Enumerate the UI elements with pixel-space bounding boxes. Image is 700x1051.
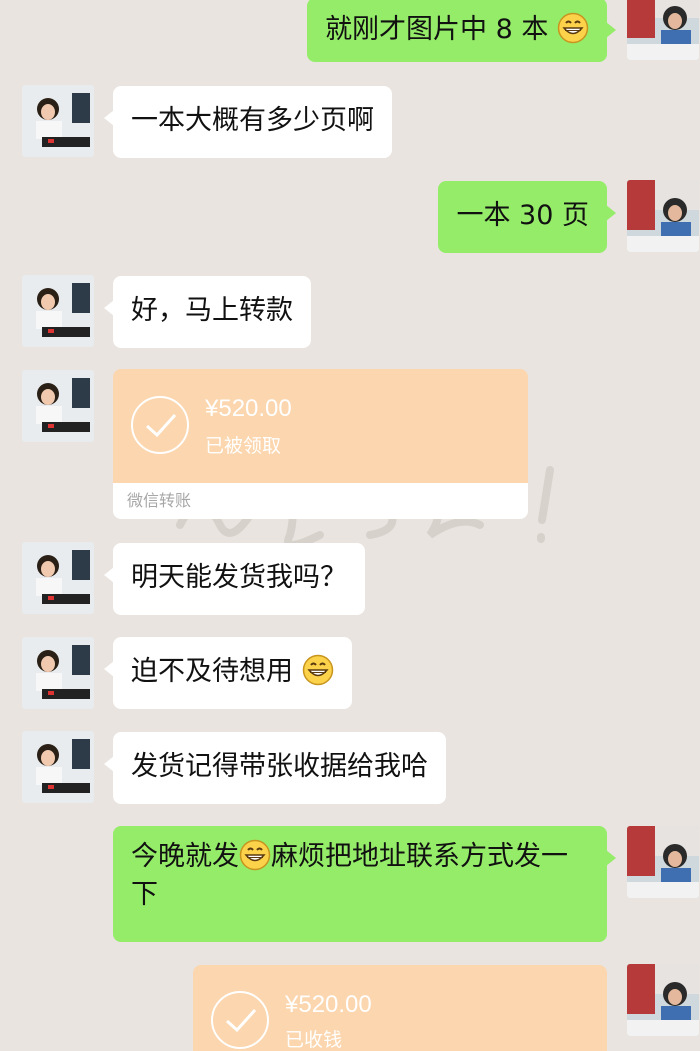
message-text: 明天能发货我吗？ [131, 562, 347, 593]
grinning-face-emoji [239, 839, 271, 871]
transfer-amount: ¥520.00 [205, 395, 292, 422]
grinning-face-emoji [302, 654, 333, 686]
grinning-face-emoji [557, 12, 589, 44]
transfer-card-body: ¥520.00 已被领取 [113, 369, 528, 483]
message-text: 一本大概有多少页啊 [131, 105, 374, 136]
message-incoming[interactable]: 好，马上转款 [104, 276, 311, 348]
message-outgoing[interactable]: 一本 30 页 [438, 181, 616, 253]
transfer-amount: ¥520.00 [285, 991, 372, 1018]
transfer-status: 已收钱 [285, 1029, 343, 1051]
self-avatar[interactable] [627, 180, 699, 252]
message-text: 一本 30 页 [456, 200, 589, 231]
contact-avatar[interactable] [22, 542, 94, 614]
self-avatar[interactable] [627, 0, 699, 60]
transfer-footer: 微信转账 [113, 483, 528, 519]
message-text: 发货记得带张收据给我哈 [131, 751, 428, 782]
message-text: 迫不及待想用 [131, 656, 293, 687]
transfer-status: 已被领取 [205, 435, 282, 457]
check-circle-icon [131, 396, 189, 454]
transfer-card[interactable]: ¥520.00 已收钱 [193, 965, 607, 1051]
message-text: 今晚就发 [131, 841, 239, 872]
message-text: 就刚才图片中 8 本 [325, 14, 549, 45]
message-outgoing[interactable]: 就刚才图片中 8 本 [307, 0, 616, 62]
contact-avatar[interactable] [22, 731, 94, 803]
message-incoming[interactable]: 迫不及待想用 [104, 637, 352, 709]
message-incoming[interactable]: 明天能发货我吗？ [104, 543, 365, 615]
self-avatar[interactable] [627, 964, 699, 1036]
contact-avatar[interactable] [22, 275, 94, 347]
contact-avatar[interactable] [22, 370, 94, 442]
transfer-card-body: ¥520.00 已收钱 [193, 965, 607, 1051]
self-avatar[interactable] [627, 826, 699, 898]
message-text: 好，马上转款 [131, 295, 293, 326]
message-incoming[interactable]: 发货记得带张收据给我哈 [104, 732, 446, 804]
contact-avatar[interactable] [22, 637, 94, 709]
check-circle-icon [211, 991, 269, 1049]
transfer-card[interactable]: ¥520.00 已被领取 微信转账 [113, 369, 528, 519]
message-outgoing[interactable]: 今晚就发 麻烦把地址联系方式发一下 [113, 826, 616, 942]
contact-avatar[interactable] [22, 85, 94, 157]
message-incoming[interactable]: 一本大概有多少页啊 [104, 86, 392, 158]
